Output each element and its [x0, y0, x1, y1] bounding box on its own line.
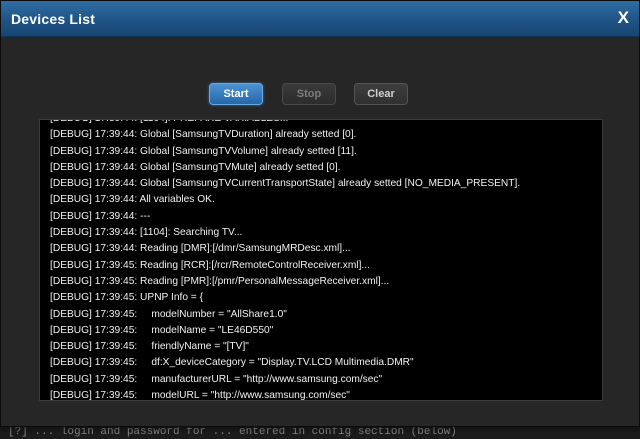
stop-button[interactable]: Stop — [282, 83, 336, 105]
start-button[interactable]: Start — [209, 83, 263, 105]
background-config-text: [?] ... login and password for ... enter… — [8, 426, 457, 438]
log-line: [DEBUG] 17:39:44: [1104]: Searching TV..… — [50, 227, 243, 239]
log-line: [DEBUG] 17:39:45: Reading [PMR]:[/pmr/Pe… — [50, 275, 390, 287]
log-line: [DEBUG] 17:39:44: [1104]: PREPARE VARIAB… — [40, 120, 602, 127]
log-line: [DEBUG] 17:39:44: Global [SamsungTVCurre… — [50, 178, 521, 190]
log-line: [DEBUG] 17:39:45: manufacturerURL = "htt… — [50, 373, 383, 385]
dialog-titlebar[interactable]: Devices List X — [1, 1, 639, 37]
log-line: [DEBUG] 17:39:45: modelNumber = "AllShar… — [50, 308, 287, 320]
debug-log-panel[interactable]: [DEBUG] 17:39:44: [1104]: PREPARE VARIAB… — [39, 119, 603, 401]
debug-log-lines: [DEBUG] 17:39:44: [1104]: PREPARE VARIAB… — [40, 120, 602, 401]
log-line: [DEBUG] 17:39:44: Global [SamsungTVVolum… — [50, 145, 357, 157]
log-line: [DEBUG] 17:39:44: --- — [50, 210, 151, 222]
log-line: [DEBUG] 17:39:44: Reading [DMR]:[/dmr/Sa… — [50, 243, 351, 255]
log-line: [DEBUG] 17:39:45: df:X_deviceCategory = … — [50, 357, 414, 369]
log-line: [DEBUG] 17:39:44: All variables OK. — [50, 194, 215, 206]
dialog-title: Devices List — [11, 11, 96, 27]
log-line: [DEBUG] 17:39:44: Global [SamsungTVMute]… — [50, 161, 341, 173]
devices-list-dialog: Devices List X Start Stop Clear [DEBUG] … — [0, 0, 640, 427]
log-line: [DEBUG] 17:39:44: Global [SamsungTVDurat… — [50, 129, 357, 141]
log-line: [DEBUG] 17:39:45: Reading [RCR]:[/rcr/Re… — [50, 259, 370, 271]
clear-button[interactable]: Clear — [354, 83, 408, 105]
log-line: [DEBUG] 17:39:45: modelName = "LE46D550" — [50, 324, 274, 336]
log-line: [DEBUG] 17:39:45: UPNP Info = { — [50, 292, 203, 304]
log-line: [DEBUG] 17:39:45: modelURL = "http://www… — [50, 390, 350, 401]
log-line: [DEBUG] 17:39:45: friendlyName = "[TV]" — [50, 341, 249, 353]
close-icon[interactable]: X — [618, 9, 629, 27]
